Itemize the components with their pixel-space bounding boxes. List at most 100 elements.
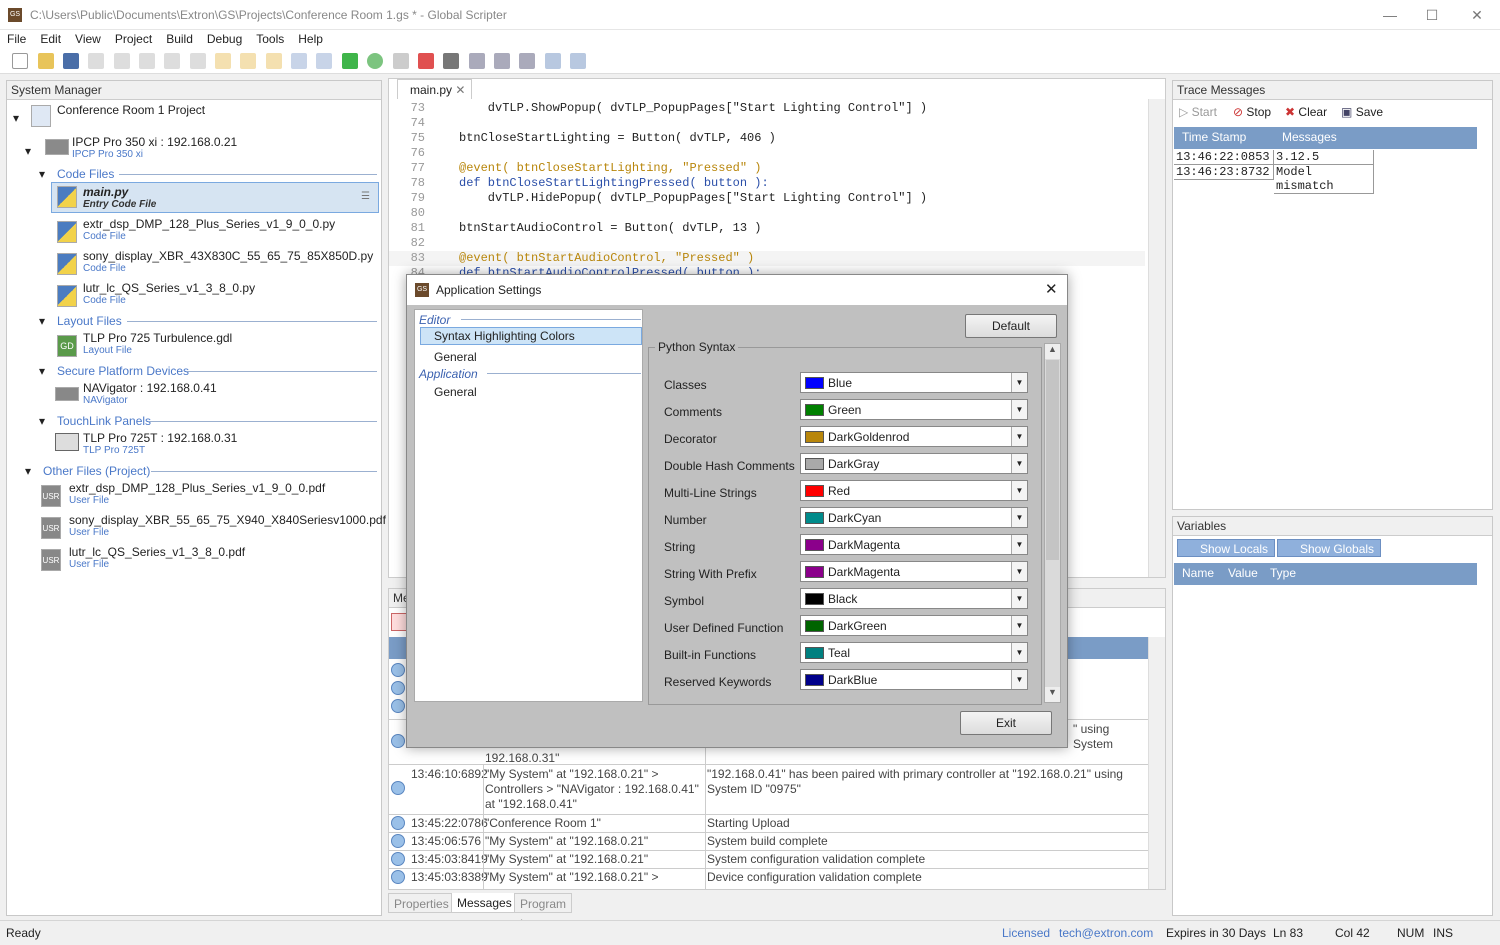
close-tab-icon[interactable]: ✕: [455, 83, 465, 97]
bookmark-next-icon[interactable]: [240, 53, 257, 69]
chevron-down-icon[interactable]: ▼: [1011, 481, 1027, 500]
settings-scrollbar[interactable]: ▲ ▼: [1044, 343, 1061, 703]
group-code-files[interactable]: Code Files: [57, 167, 114, 181]
paste-icon[interactable]: [139, 53, 156, 69]
editor-scrollbar[interactable]: [1148, 99, 1165, 577]
monitor-icon[interactable]: [569, 53, 586, 69]
chevron-down-icon[interactable]: ▼: [1011, 616, 1027, 635]
chevron-down-icon[interactable]: ▼: [1011, 454, 1027, 473]
save-icon[interactable]: [63, 53, 80, 69]
message-row[interactable]: 13:45:06:576 "My System" at "192.168.0.2…: [389, 833, 1149, 851]
status-licensed[interactable]: Licensed: [1002, 926, 1050, 940]
menu-file[interactable]: File: [0, 30, 33, 48]
touch-panel-item[interactable]: TLP Pro 725T : 192.168.0.31 TLP Pro 725T: [83, 431, 237, 456]
expand-icon[interactable]: ▾: [39, 314, 45, 328]
build-icon[interactable]: [291, 53, 308, 69]
project-name[interactable]: Conference Room 1 Project: [57, 103, 205, 117]
copy-icon[interactable]: [113, 53, 130, 69]
expand-icon[interactable]: ▾: [13, 111, 19, 125]
scroll-up-icon[interactable]: ▲: [1045, 344, 1060, 359]
file-menu-icon[interactable]: ☰: [361, 191, 370, 202]
code-file-item[interactable]: main.py Entry Code File: [83, 185, 156, 210]
exit-button[interactable]: Exit: [960, 711, 1052, 735]
color-select[interactable]: DarkMagenta ▼: [800, 534, 1028, 555]
connect-icon[interactable]: [493, 53, 510, 69]
user-file-item[interactable]: extr_dsp_DMP_128_Plus_Series_v1_9_0_0.pd…: [69, 481, 325, 506]
chevron-down-icon[interactable]: ▼: [1011, 373, 1027, 392]
maximize-icon[interactable]: ☐: [1422, 6, 1442, 24]
expand-icon[interactable]: ▾: [39, 167, 45, 181]
expand-icon[interactable]: ▾: [25, 464, 31, 478]
column-messages[interactable]: Messages: [1282, 127, 1337, 147]
chevron-down-icon[interactable]: ▼: [1011, 670, 1027, 689]
code-file-item[interactable]: extr_dsp_DMP_128_Plus_Series_v1_9_0_0.py…: [83, 217, 335, 242]
layout-file-item[interactable]: TLP Pro 725 Turbulence.gdl Layout File: [83, 331, 232, 356]
menu-help[interactable]: Help: [291, 30, 330, 48]
user-file-item[interactable]: sony_display_XBR_55_65_75_X940_X840Serie…: [69, 513, 386, 538]
chevron-down-icon[interactable]: ▼: [1011, 562, 1027, 581]
column-value[interactable]: Value: [1228, 563, 1258, 583]
default-button[interactable]: Default: [965, 314, 1057, 338]
secure-device-item[interactable]: NAVigator : 192.168.0.41 NAVigator: [83, 381, 217, 406]
user-file-item[interactable]: lutr_lc_QS_Series_v1_3_8_0.pdf User File: [69, 545, 245, 570]
close-icon[interactable]: ✕: [1467, 6, 1487, 24]
menu-tools[interactable]: Tools: [249, 30, 291, 48]
scroll-thumb[interactable]: [1046, 360, 1059, 560]
cut-icon[interactable]: [88, 53, 105, 69]
message-row[interactable]: 13:45:03:8419 "My System" at "192.168.0.…: [389, 851, 1149, 869]
validate-icon[interactable]: [316, 53, 333, 69]
expand-icon[interactable]: ▾: [39, 364, 45, 378]
group-secure-devices[interactable]: Secure Platform Devices: [57, 364, 189, 378]
column-type[interactable]: Type: [1270, 563, 1296, 583]
scroll-down-icon[interactable]: ▼: [1045, 687, 1060, 702]
code-file-item[interactable]: sony_display_XBR_43X830C_55_65_75_85X850…: [83, 249, 373, 274]
color-select[interactable]: Red ▼: [800, 480, 1028, 501]
trace-save-button[interactable]: ▣ Save: [1341, 105, 1383, 119]
chevron-down-icon[interactable]: ▼: [1011, 427, 1027, 446]
bookmark-clear-icon[interactable]: [265, 53, 282, 69]
chevron-down-icon[interactable]: ▼: [1011, 400, 1027, 419]
menu-debug[interactable]: Debug: [200, 30, 249, 48]
show-locals-button[interactable]: Show Locals: [1177, 539, 1276, 557]
color-select[interactable]: Green ▼: [800, 399, 1028, 420]
debug-icon[interactable]: [367, 53, 384, 69]
menu-view[interactable]: View: [68, 30, 108, 48]
new-file-icon[interactable]: [12, 53, 29, 69]
color-select[interactable]: DarkBlue ▼: [800, 669, 1028, 690]
bookmark-icon[interactable]: [215, 53, 232, 69]
minimize-icon[interactable]: —: [1380, 6, 1400, 24]
controller-item[interactable]: IPCP Pro 350 xi : 192.168.0.21 IPCP Pro 3…: [72, 135, 237, 160]
status-email[interactable]: tech@extron.com: [1059, 926, 1153, 940]
color-select[interactable]: DarkCyan ▼: [800, 507, 1028, 528]
nav-editor-general[interactable]: General: [434, 350, 477, 364]
network-icon[interactable]: [468, 53, 485, 69]
column-name[interactable]: Name: [1182, 563, 1214, 583]
messages-scrollbar[interactable]: [1148, 637, 1165, 889]
pause-icon[interactable]: [392, 53, 409, 69]
color-select[interactable]: DarkMagenta ▼: [800, 561, 1028, 582]
nav-application-general[interactable]: General: [434, 385, 477, 399]
code-file-item[interactable]: lutr_lc_QS_Series_v1_3_8_0.py Code File: [83, 281, 255, 306]
undo-icon[interactable]: [164, 53, 181, 69]
chevron-down-icon[interactable]: ▼: [1011, 508, 1027, 527]
expand-icon[interactable]: ▾: [39, 414, 45, 428]
redo-icon[interactable]: [189, 53, 206, 69]
chevron-down-icon[interactable]: ▼: [1011, 643, 1027, 662]
group-touchlink-panels[interactable]: TouchLink Panels: [57, 414, 151, 428]
tab-program-log[interactable]: Program Log: [514, 893, 573, 931]
tab-properties[interactable]: Properties: [388, 893, 455, 913]
color-select[interactable]: Blue ▼: [800, 372, 1028, 393]
show-whitespace-icon[interactable]: [443, 53, 460, 69]
expand-icon[interactable]: ▾: [25, 144, 31, 158]
menu-project[interactable]: Project: [108, 30, 159, 48]
trace-clear-button[interactable]: ✖ Clear: [1285, 105, 1327, 119]
tab-messages[interactable]: Messages: [451, 893, 518, 913]
disconnect-icon[interactable]: [519, 53, 536, 69]
stop-icon[interactable]: [417, 53, 434, 69]
nav-syntax-highlighting[interactable]: Syntax Highlighting Colors: [420, 327, 642, 345]
menu-build[interactable]: Build: [159, 30, 200, 48]
message-row[interactable]: 13:46:10:6892 "My System" at "192.168.0.…: [389, 765, 1149, 815]
editor-tab[interactable]: main.py ✕: [397, 79, 473, 99]
open-folder-icon[interactable]: [37, 53, 54, 69]
chevron-down-icon[interactable]: ▼: [1011, 535, 1027, 554]
